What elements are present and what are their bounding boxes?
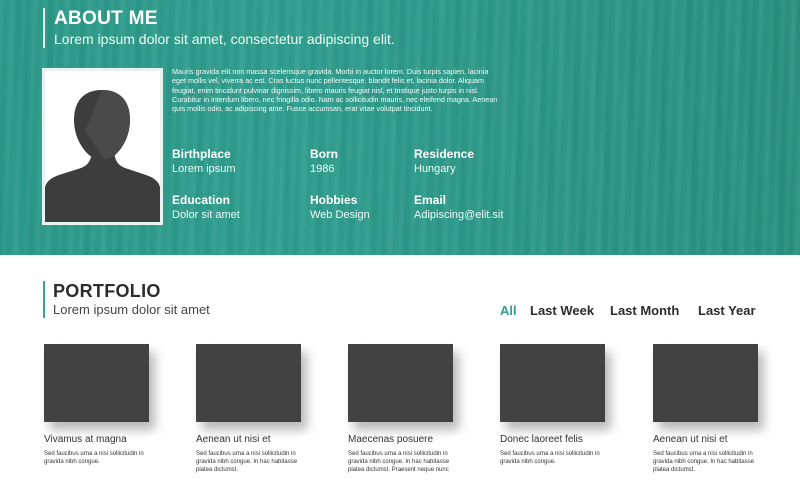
fact-value: Lorem ipsum bbox=[172, 163, 236, 175]
portfolio-item-text: Sed faucibus urna a nisi sollicitudin in… bbox=[348, 451, 450, 473]
fact-education: Education Dolor sit amet bbox=[172, 193, 240, 222]
portfolio-thumbnail[interactable] bbox=[44, 344, 149, 422]
fact-value: Dolor sit amet bbox=[172, 209, 240, 221]
portfolio-filters: All Last Week Last Month Last Year bbox=[0, 303, 800, 321]
fact-birthplace: Birthplace Lorem ipsum bbox=[172, 147, 236, 176]
portfolio-thumbnail[interactable] bbox=[348, 344, 453, 422]
email-link[interactable]: Adipiscing@elit.sit bbox=[414, 208, 503, 222]
portfolio-thumbnail[interactable] bbox=[500, 344, 605, 422]
about-section: ABOUT ME Lorem ipsum dolor sit amet, con… bbox=[0, 0, 800, 255]
portfolio-item-text: Sed faucibus urna a nisi sollicitudin in… bbox=[500, 451, 600, 465]
portfolio-item[interactable]: Aenean ut nisi et Sed faucibus urna a ni… bbox=[653, 344, 758, 474]
portfolio-item-title[interactable]: Aenean ut nisi et bbox=[653, 434, 758, 446]
filter-last-year[interactable]: Last Year bbox=[698, 303, 756, 318]
fact-label: Hobbies bbox=[310, 193, 358, 207]
fact-value: Hungary bbox=[414, 163, 456, 175]
portfolio-item-title[interactable]: Vivamus at magna bbox=[44, 434, 149, 446]
fact-label: Birthplace bbox=[172, 147, 231, 161]
portfolio-item-title[interactable]: Donec laoreet felis bbox=[500, 434, 605, 446]
portfolio-item[interactable]: Donec laoreet felis Sed faucibus urna a … bbox=[500, 344, 605, 467]
about-header: ABOUT ME Lorem ipsum dolor sit amet, con… bbox=[43, 8, 395, 48]
portfolio-item-text: Sed faucibus urna a nisi sollicitudin in… bbox=[196, 451, 298, 473]
portfolio-item[interactable]: Vivamus at magna Sed faucibus urna a nis… bbox=[44, 344, 149, 467]
portfolio-item-text: Sed faucibus urna a nisi sollicitudin in… bbox=[653, 451, 755, 473]
fact-residence: Residence Hungary bbox=[414, 147, 474, 176]
portfolio-item-title[interactable]: Maecenas posuere bbox=[348, 434, 453, 446]
fact-label: Residence bbox=[414, 147, 475, 161]
portfolio-thumbnail[interactable] bbox=[653, 344, 758, 422]
bio-text: Mauris gravida elit non massa scelerisqu… bbox=[172, 67, 498, 114]
portfolio-thumbnail[interactable] bbox=[196, 344, 301, 422]
fact-value: Web Design bbox=[310, 209, 370, 221]
fact-label: Born bbox=[310, 147, 338, 161]
fact-label: Email bbox=[414, 193, 447, 207]
profile-photo bbox=[42, 68, 163, 225]
fact-born: Born 1986 bbox=[310, 147, 338, 176]
about-subtitle: Lorem ipsum dolor sit amet, consectetur … bbox=[54, 31, 395, 47]
fact-hobbies: Hobbies Web Design bbox=[310, 193, 370, 222]
portfolio-item[interactable]: Maecenas posuere Sed faucibus urna a nis… bbox=[348, 344, 453, 474]
portfolio-title: PORTFOLIO bbox=[53, 281, 161, 301]
filter-last-week[interactable]: Last Week bbox=[530, 303, 594, 318]
portfolio-item[interactable]: Aenean ut nisi et Sed faucibus urna a ni… bbox=[196, 344, 301, 474]
filter-last-month[interactable]: Last Month bbox=[610, 303, 679, 318]
portfolio-item-title[interactable]: Aenean ut nisi et bbox=[196, 434, 301, 446]
fact-label: Education bbox=[172, 193, 231, 207]
fact-email: Email Adipiscing@elit.sit bbox=[414, 193, 503, 222]
fact-value: 1986 bbox=[310, 163, 335, 175]
person-silhouette-icon bbox=[45, 71, 160, 222]
filter-all[interactable]: All bbox=[500, 303, 517, 318]
portfolio-item-text: Sed faucibus urna a nisi sollicitudin in… bbox=[44, 451, 144, 465]
about-title: ABOUT ME bbox=[54, 8, 158, 29]
